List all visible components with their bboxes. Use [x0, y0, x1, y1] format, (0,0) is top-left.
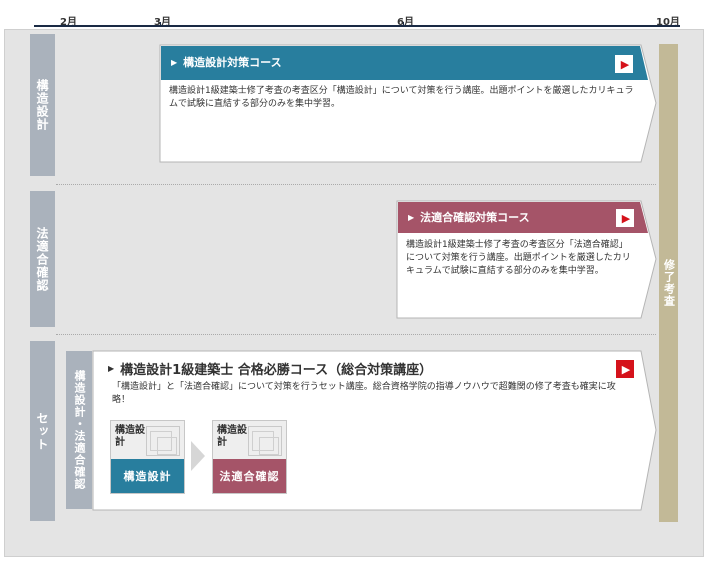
- component-tag: 構造設計: [217, 425, 247, 448]
- course-title: 構造設計1級建築士 合格必勝コース（総合対策講座）: [120, 363, 433, 378]
- component-course-structure[interactable]: 構造設計 構造設計: [110, 420, 185, 494]
- component-course-compliance[interactable]: 構造設計 法適合確認: [212, 420, 287, 494]
- play-icon: ▶: [621, 362, 631, 376]
- row-label-set: セット: [30, 341, 55, 521]
- row-separator: [56, 334, 656, 335]
- course-description: 「構造設計」と「法適合確認」について対策を行うセット講座。総合資格学院の指導ノウ…: [112, 382, 616, 405]
- row-separator: [56, 184, 656, 185]
- course-card-set[interactable]: ▶ 構造設計1級建築士 合格必勝コース（総合対策講座） ▶ 「構造設計」と「法適…: [92, 350, 657, 511]
- course-title: 構造設計対策コース: [183, 56, 282, 69]
- triangle-right-icon: ▶: [108, 364, 115, 373]
- completion-exam-bar: 修了考査: [659, 44, 678, 522]
- building-icon: [146, 426, 180, 456]
- row-label-structure: 構造設計: [30, 34, 55, 176]
- course-header: ▶ 構造設計1級建築士 合格必勝コース（総合対策講座）: [108, 359, 432, 378]
- course-description: 構造設計1級建築士修了考査の考査区分「法適合確認」について対策を行う講座。出題ポ…: [406, 240, 631, 276]
- play-button[interactable]: ▶: [615, 55, 633, 73]
- set-course-sublabel: 構造設計・法適合確認: [66, 351, 92, 509]
- course-title: 法適合確認対策コース: [420, 211, 530, 224]
- play-icon: ▶: [620, 57, 630, 71]
- arrow-right-icon: [191, 441, 205, 471]
- building-icon: [248, 426, 282, 456]
- play-icon: ▶: [621, 211, 631, 225]
- component-tag: 構造設計: [115, 425, 145, 448]
- triangle-right-icon: ▶: [408, 212, 415, 222]
- component-label: 法適合確認: [213, 459, 286, 493]
- course-header: ▶ 構造設計対策コース: [161, 46, 282, 78]
- play-button[interactable]: ▶: [616, 360, 634, 378]
- triangle-right-icon: ▶: [171, 57, 178, 67]
- course-card-compliance[interactable]: ▶ 法適合確認対策コース ▶ 構造設計1級建築士修了考査の考査区分「法適合確認」…: [396, 200, 657, 319]
- play-button[interactable]: ▶: [616, 209, 634, 227]
- course-card-structure[interactable]: ▶ 構造設計対策コース ▶ 構造設計1級建築士修了考査の考査区分「構造設計」につ…: [159, 44, 657, 163]
- timeline-axis: [34, 25, 680, 27]
- component-label: 構造設計: [111, 459, 184, 493]
- course-description: 構造設計1級建築士修了考査の考査区分「構造設計」について対策を行う講座。出題ポイ…: [169, 86, 634, 109]
- timeline-tick: [160, 22, 161, 27]
- course-header: ▶ 法適合確認対策コース: [398, 202, 530, 232]
- timeline-tick: [403, 22, 404, 27]
- row-label-compliance: 法適合確認: [30, 191, 55, 327]
